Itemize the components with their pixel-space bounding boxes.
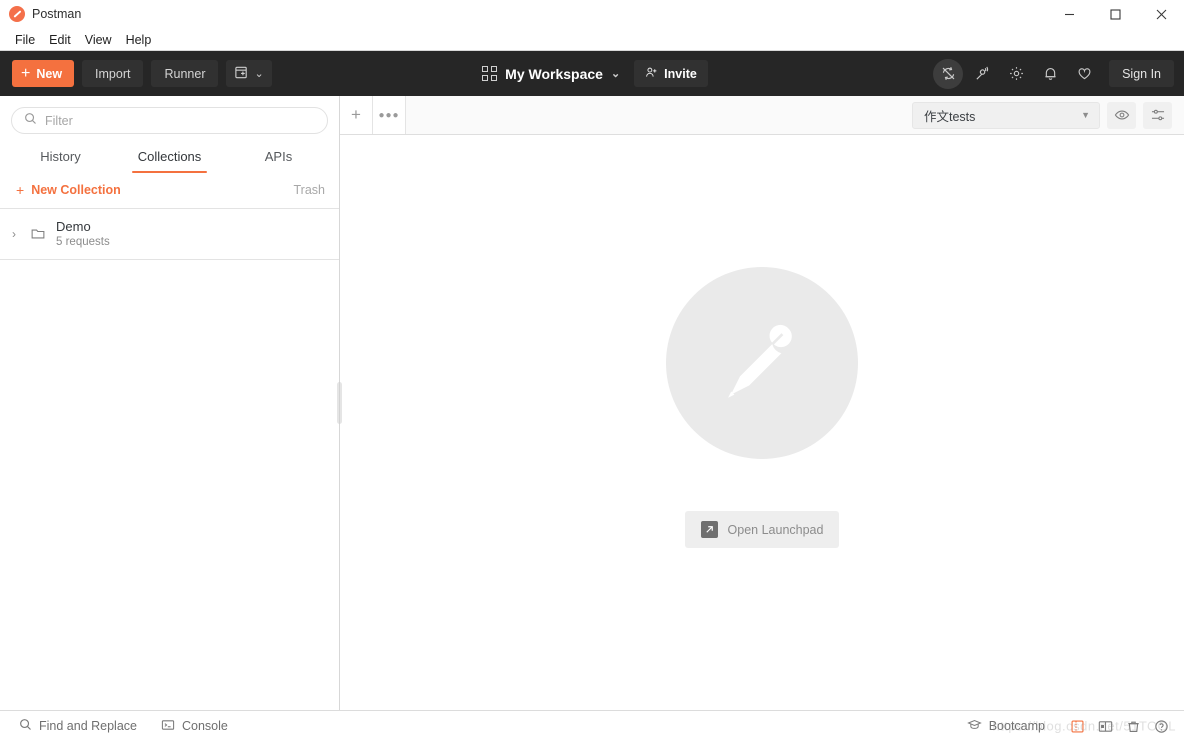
environment-selector[interactable]: 作文tests ▼ xyxy=(912,101,1100,129)
console-button[interactable]: Console xyxy=(154,715,235,738)
trash-icon[interactable] xyxy=(1120,715,1146,737)
app-title: Postman xyxy=(32,7,82,21)
import-button[interactable]: Import xyxy=(82,60,144,87)
runner-button[interactable]: Runner xyxy=(151,60,219,87)
environment-settings-button[interactable] xyxy=(1143,101,1172,129)
external-link-icon xyxy=(700,521,718,538)
request-tab-bar: + ●●● 作文tests ▼ xyxy=(340,96,1184,135)
console-label: Console xyxy=(181,719,228,733)
new-button[interactable]: + New xyxy=(12,60,75,87)
help-icon[interactable] xyxy=(1148,715,1174,737)
find-and-replace-label: Find and Replace xyxy=(39,719,137,733)
collection-texts: Demo 5 requests xyxy=(56,219,110,248)
filter-row xyxy=(0,96,339,142)
tab-collections[interactable]: Collections xyxy=(115,142,224,173)
open-launchpad-button[interactable]: Open Launchpad xyxy=(684,511,840,548)
main-panel: + ●●● 作文tests ▼ Open Launchpad xyxy=(340,96,1184,710)
menu-view[interactable]: View xyxy=(78,31,119,49)
invite-label: Invite xyxy=(664,66,697,81)
postman-logo-watermark xyxy=(666,267,858,459)
window-controls xyxy=(1046,0,1184,29)
menu-help[interactable]: Help xyxy=(119,31,159,49)
plus-icon: + xyxy=(351,105,361,124)
folder-icon xyxy=(30,226,46,242)
empty-state-canvas: Open Launchpad xyxy=(340,135,1184,710)
console-icon xyxy=(161,718,175,735)
new-window-icon xyxy=(234,65,249,83)
sidebar: History Collections APIs + New Collectio… xyxy=(0,96,342,710)
graduation-cap-icon xyxy=(966,717,982,735)
menu-bar: File Edit View Help xyxy=(0,29,1184,51)
plus-icon: + xyxy=(16,182,25,198)
tab-apis[interactable]: APIs xyxy=(224,142,333,173)
sidebar-tabs: History Collections APIs xyxy=(0,142,339,173)
list-item[interactable]: › Demo 5 requests xyxy=(0,209,339,260)
status-bar-right: Bootcamp xyxy=(960,714,1174,738)
tab-history[interactable]: History xyxy=(6,142,115,173)
bootcamp-label: Bootcamp xyxy=(988,719,1045,733)
minimize-button[interactable] xyxy=(1046,0,1092,29)
workspace-selector[interactable]: My Workspace ⌄ xyxy=(476,62,626,86)
new-window-button[interactable]: ⌄ xyxy=(226,60,272,87)
find-and-replace-button[interactable]: Find and Replace xyxy=(12,715,144,737)
bell-icon[interactable] xyxy=(1035,59,1065,89)
heart-icon[interactable] xyxy=(1069,59,1099,89)
trash-link[interactable]: Trash xyxy=(294,183,326,197)
gear-icon[interactable] xyxy=(1001,59,1031,89)
collection-request-count: 5 requests xyxy=(56,236,110,248)
environment-zone: 作文tests ▼ xyxy=(912,96,1184,134)
chevron-down-icon: ▼ xyxy=(1081,110,1090,120)
open-launchpad-label: Open Launchpad xyxy=(727,522,824,537)
new-tab-button[interactable]: + xyxy=(340,96,373,134)
chevron-right-icon[interactable]: › xyxy=(8,227,20,241)
filter-box[interactable] xyxy=(11,107,328,134)
new-collection-row: + New Collection Trash xyxy=(0,173,339,209)
new-button-label: New xyxy=(36,66,63,81)
environment-name: 作文tests xyxy=(924,109,976,124)
postman-logo-icon xyxy=(9,6,25,22)
title-bar: Postman xyxy=(0,0,1184,29)
close-button[interactable] xyxy=(1138,0,1184,29)
single-pane-layout-icon[interactable] xyxy=(1064,715,1090,737)
bootcamp-button[interactable]: Bootcamp xyxy=(960,714,1052,738)
sidebar-resize-handle[interactable] xyxy=(337,382,342,424)
search-icon xyxy=(24,112,37,130)
new-collection-label: New Collection xyxy=(31,183,121,197)
sync-off-icon[interactable] xyxy=(933,58,964,89)
plus-icon: + xyxy=(21,64,31,82)
grid-icon xyxy=(482,66,498,81)
new-collection-button[interactable]: + New Collection xyxy=(16,182,121,198)
menu-file[interactable]: File xyxy=(8,31,42,49)
search-input[interactable] xyxy=(45,113,315,128)
status-bar: Find and Replace Console Bootcamp https:… xyxy=(0,710,1184,741)
maximize-button[interactable] xyxy=(1092,0,1138,29)
environment-quick-look-button[interactable] xyxy=(1107,101,1136,129)
tab-options-button[interactable]: ●●● xyxy=(373,96,406,134)
tab-bar-spacer xyxy=(406,96,912,134)
chevron-down-icon: ⌄ xyxy=(610,68,621,80)
postman-pen-glyph xyxy=(728,324,792,398)
two-pane-layout-icon[interactable] xyxy=(1092,715,1118,737)
more-options-icon: ●●● xyxy=(378,109,400,121)
top-navigation-bar: + New Import Runner ⌄ My Workspace ⌄ Inv… xyxy=(0,51,1184,96)
topnav-right-icons: Sign In xyxy=(933,58,1174,89)
search-icon xyxy=(19,718,32,734)
person-add-icon xyxy=(645,66,658,82)
chevron-down-icon: ⌄ xyxy=(254,68,264,80)
menu-edit[interactable]: Edit xyxy=(42,31,78,49)
collection-name: Demo xyxy=(56,219,91,234)
sign-in-button[interactable]: Sign In xyxy=(1109,60,1174,87)
workspace-label: My Workspace xyxy=(505,65,603,82)
invite-button[interactable]: Invite xyxy=(634,60,708,87)
satellite-icon[interactable] xyxy=(967,59,997,89)
app-body: History Collections APIs + New Collectio… xyxy=(0,96,1184,710)
